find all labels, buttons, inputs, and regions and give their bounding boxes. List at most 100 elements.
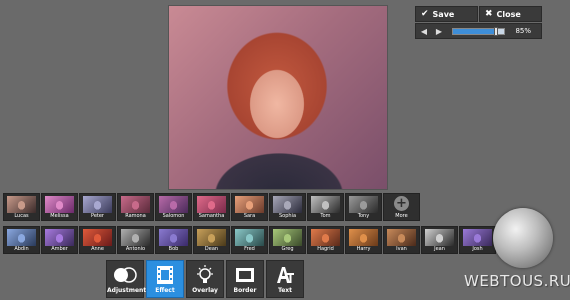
zoom-slider[interactable] — [452, 27, 505, 36]
text-icon — [277, 267, 294, 283]
effect-label: Samantha — [198, 213, 225, 219]
effect-label: Peter — [90, 213, 104, 219]
effect-thumb[interactable]: Melissa — [41, 193, 78, 221]
circles-icon — [114, 267, 137, 283]
save-button[interactable]: ✔ Save — [415, 6, 478, 22]
effect-thumb[interactable]: Bob — [155, 226, 192, 254]
effect-label: Dean — [204, 246, 219, 252]
effect-thumb[interactable]: Ramona — [117, 193, 154, 221]
film-icon — [157, 266, 173, 284]
effect-thumb[interactable]: Tony — [345, 193, 382, 221]
effect-thumb[interactable]: Josh — [459, 226, 496, 254]
checkmark-icon: ✔ — [421, 9, 429, 19]
close-button[interactable]: ✖ Close — [479, 6, 542, 22]
effect-preview — [7, 229, 36, 246]
plus-icon: + — [394, 196, 409, 211]
effect-preview — [463, 229, 492, 246]
effect-preview — [349, 196, 378, 213]
effect-thumb[interactable]: Dean — [193, 226, 230, 254]
effect-label: Harry — [356, 246, 371, 252]
effect-label: Melissa — [50, 213, 69, 219]
effect-thumb[interactable]: Sophia — [269, 193, 306, 221]
zoom-slider-fill — [453, 29, 497, 34]
tool-overlay[interactable]: Overlay — [186, 260, 224, 298]
effect-thumb[interactable]: Ivan — [383, 226, 420, 254]
effect-preview — [349, 229, 378, 246]
effect-thumb[interactable]: Tom — [307, 193, 344, 221]
effect-label: Lucas — [14, 213, 29, 219]
effect-thumb[interactable]: Antonio — [117, 226, 154, 254]
effect-preview — [311, 229, 340, 246]
effect-preview — [159, 196, 188, 213]
watermark: WEBTOUS.RU — [464, 272, 570, 290]
effect-thumb[interactable]: Anne — [79, 226, 116, 254]
more-label: More — [395, 213, 408, 219]
effect-preview — [83, 229, 112, 246]
effect-label: Sara — [243, 213, 256, 219]
effect-preview — [235, 196, 264, 213]
zoom-value: 85% — [515, 27, 531, 35]
photo-canvas[interactable] — [168, 5, 388, 190]
effect-preview — [425, 229, 454, 246]
effect-preview — [121, 229, 150, 246]
effect-preview — [311, 196, 340, 213]
effect-thumb[interactable]: Hagrid — [307, 226, 344, 254]
tool-border[interactable]: Border — [226, 260, 264, 298]
effect-thumb[interactable]: Sara — [231, 193, 268, 221]
effect-label: Tom — [320, 213, 331, 219]
effect-thumb[interactable]: Samantha — [193, 193, 230, 221]
effect-label: Abdin — [14, 246, 29, 252]
effect-label: Amber — [51, 246, 68, 252]
effect-preview — [45, 229, 74, 246]
effect-preview — [273, 196, 302, 213]
effect-label: Hagrid — [317, 246, 334, 252]
effect-thumb[interactable]: Peter — [79, 193, 116, 221]
effect-thumb[interactable]: Jean — [421, 226, 458, 254]
tool-label: Overlay — [192, 287, 218, 294]
effect-preview — [121, 196, 150, 213]
undo-arrow-icon[interactable]: ◀ — [418, 26, 430, 37]
save-label: Save — [432, 9, 455, 19]
effect-label: Ivan — [396, 246, 407, 252]
effect-label: Salomon — [162, 213, 185, 219]
effect-label: Ramona — [125, 213, 146, 219]
more-effects-button[interactable]: + More — [383, 193, 420, 221]
effect-thumb[interactable]: Greg — [269, 226, 306, 254]
effect-label: Sophia — [278, 213, 297, 219]
effect-label: Tony — [357, 213, 370, 219]
tool-bar: Adjustment Effect Overlay Border Text — [106, 260, 304, 298]
effect-preview — [83, 196, 112, 213]
tool-adjustment[interactable]: Adjustment — [106, 260, 147, 298]
effect-thumb[interactable]: Lucas — [3, 193, 40, 221]
effect-label: Josh — [472, 246, 483, 252]
zoom-slider-thumb[interactable] — [494, 27, 499, 36]
effect-preview — [387, 229, 416, 246]
tool-label: Text — [277, 287, 293, 294]
effect-label: Jean — [434, 246, 445, 252]
effects-row-2: Abdin Amber Anne Antonio Bob Dean Fred Greg Hagr… — [3, 226, 496, 254]
effect-label: Anne — [91, 246, 104, 252]
effect-preview — [45, 196, 74, 213]
effect-preview — [235, 229, 264, 246]
redo-arrow-icon[interactable]: ▶ — [433, 26, 445, 37]
zoom-row: ◀ ▶ 85% — [415, 23, 542, 39]
tool-label: Border — [233, 287, 257, 294]
tool-effect[interactable]: Effect — [146, 260, 184, 298]
effect-label: Bob — [168, 246, 179, 252]
effect-thumb[interactable]: Salomon — [155, 193, 192, 221]
close-label: Close — [496, 9, 521, 19]
effect-thumb[interactable]: Fred — [231, 226, 268, 254]
effect-preview — [197, 196, 226, 213]
tool-label: Adjustment — [107, 287, 147, 294]
effect-preview — [273, 229, 302, 246]
tool-label: Effect — [155, 287, 175, 294]
effect-label: Greg — [281, 246, 294, 252]
globe-logo-icon — [493, 208, 553, 268]
effect-thumb[interactable]: Harry — [345, 226, 382, 254]
bulb-icon — [197, 265, 213, 283]
frame-icon — [236, 268, 254, 282]
tool-text[interactable]: Text — [266, 260, 304, 298]
effect-thumb[interactable]: Amber — [41, 226, 78, 254]
effect-thumb[interactable]: Abdin — [3, 226, 40, 254]
effect-label: Fred — [244, 246, 255, 252]
